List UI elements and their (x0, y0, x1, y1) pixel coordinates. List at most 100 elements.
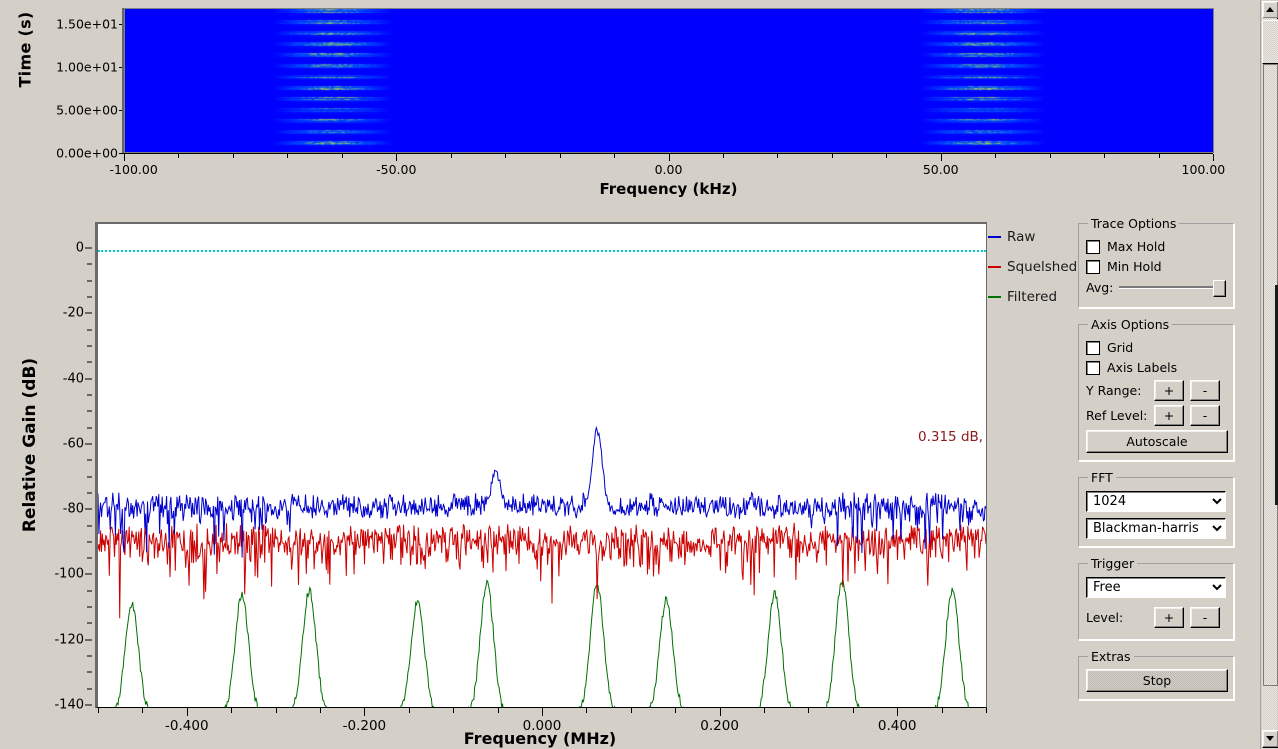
waterfall-x-tick-mark (669, 154, 670, 161)
ref-level-label: Ref Level: (1086, 408, 1148, 423)
avg-row[interactable]: Avg: (1086, 279, 1226, 295)
spectrum-y-tick-label: -140 (20, 698, 84, 713)
scroll-up-arrow-icon[interactable] (1262, 1, 1278, 19)
waterfall-x-tick-mark (614, 154, 615, 158)
autoscale-button[interactable]: Autoscale (1086, 430, 1228, 453)
spectrum-x-tick-mark (586, 708, 587, 713)
waterfall-x-tick-mark (1050, 154, 1051, 158)
peak-annotation-label: 0.315 dB, -55.48 dB (918, 429, 987, 445)
ref-level-minus-button[interactable]: - (1190, 405, 1220, 426)
min-hold-label: Min Hold (1107, 259, 1162, 274)
y-range-minus-button[interactable]: - (1190, 380, 1220, 401)
legend-label-squelshed: Squelshed (1007, 259, 1077, 275)
scroll-down-arrow-icon[interactable] (1262, 730, 1278, 748)
spectrum-y-minor-tick (87, 411, 92, 412)
spectrum-y-minor-tick (87, 525, 92, 526)
spectrum-y-minor-tick (87, 541, 92, 542)
spectrum-x-tick-mark (808, 708, 809, 713)
waterfall-x-tick-mark (342, 154, 343, 158)
avg-slider-handle[interactable] (1213, 280, 1226, 297)
axis-labels-checkbox[interactable] (1086, 361, 1100, 375)
ref-level-plus-button[interactable]: + (1154, 405, 1184, 426)
waterfall-x-tick-mark (451, 154, 452, 158)
waterfall-x-tick-mark (396, 154, 397, 161)
spectrum-x-tick-mark (276, 708, 277, 713)
axis-options-title: Axis Options (1088, 317, 1172, 332)
legend-item-squelshed[interactable]: Squelshed (988, 252, 1074, 282)
max-hold-row[interactable]: Max Hold (1086, 239, 1226, 254)
legend-swatch-raw (988, 236, 1001, 238)
spectrum-x-tick-mark (231, 708, 232, 713)
spectrum-y-minor-tick (87, 672, 92, 673)
stop-button[interactable]: Stop (1086, 669, 1228, 692)
waterfall-x-tick-mark (1104, 154, 1105, 158)
min-hold-checkbox[interactable] (1086, 260, 1100, 274)
spectrum-plot[interactable]: Relative Gain (dB) 0-20-40-60-80-100-120… (0, 205, 1070, 749)
trace-filtered (98, 579, 986, 708)
reference-level-line (98, 250, 986, 252)
extras-title: Extras (1088, 649, 1134, 664)
spectrum-y-minor-tick (87, 476, 92, 477)
spectrum-x-tick-mark (631, 708, 632, 713)
waterfall-y-tick: 5.00e+00 (26, 102, 118, 117)
grid-row[interactable]: Grid (1086, 340, 1226, 355)
waterfall-y-tick: 1.00e+01 (26, 59, 118, 74)
trigger-group: Trigger FreeAutoNormalTag Level: + - (1078, 556, 1234, 640)
extras-group: Extras Stop (1078, 649, 1234, 700)
spectrum-y-minor-tick (87, 362, 92, 363)
max-hold-checkbox[interactable] (1086, 240, 1100, 254)
trigger-level-plus-button[interactable]: + (1154, 607, 1184, 628)
min-hold-row[interactable]: Min Hold (1086, 259, 1226, 274)
spectrum-y-tick-label: -100 (20, 567, 84, 582)
spectrum-y-axis-ticks: 0-20-40-60-80-100-120-140 (20, 220, 92, 700)
spectrum-canvas[interactable]: 0.315 dB, -55.48 dB (95, 222, 987, 708)
trigger-level-minus-button[interactable]: - (1190, 607, 1220, 628)
spectrum-y-tick-label: -20 (20, 306, 84, 321)
spectrum-x-tick-mark (320, 708, 321, 713)
legend-swatch-filtered (988, 296, 1001, 298)
axis-labels-row[interactable]: Axis Labels (1086, 360, 1226, 375)
waterfall-canvas[interactable] (125, 9, 1213, 152)
waterfall-x-tick-mark (723, 154, 724, 158)
waterfall-image[interactable] (124, 8, 1214, 153)
waterfall-x-tick-mark (832, 154, 833, 158)
spectrum-x-tick-mark (675, 708, 676, 713)
waterfall-y-tick: 1.50e+01 (26, 16, 118, 31)
spectrum-y-minor-tick (87, 346, 92, 347)
fft-group: FFT 3264128256512102420484096 NoneHammin… (1078, 470, 1234, 547)
spectrum-x-tick-mark (364, 708, 365, 716)
spectrum-y-minor-tick (87, 590, 92, 591)
waterfall-x-tick-mark (505, 154, 506, 158)
trigger-title: Trigger (1088, 556, 1137, 571)
fft-size-select[interactable]: 3264128256512102420484096 (1086, 491, 1226, 512)
legend-item-raw[interactable]: Raw (988, 222, 1074, 252)
spectrum-y-minor-tick (87, 623, 92, 624)
spectrum-y-minor-tick (87, 329, 92, 330)
spectrum-x-tick-mark (142, 708, 143, 713)
spectrum-y-tick-label: -60 (20, 436, 84, 451)
waterfall-x-tick-mark (1213, 154, 1214, 161)
spectrum-x-tick-mark (542, 708, 543, 716)
avg-slider[interactable] (1119, 279, 1226, 295)
scrollbar-thumb[interactable] (1262, 20, 1278, 64)
waterfall-x-tick-label: -100.00 (110, 162, 158, 177)
trigger-mode-select[interactable]: FreeAutoNormalTag (1086, 577, 1226, 598)
spectrum-y-tick-label: -120 (20, 632, 84, 647)
spectrum-x-tick-mark (187, 708, 188, 716)
y-range-label: Y Range: (1086, 383, 1148, 398)
waterfall-plot[interactable]: Time (s) 0.00e+005.00e+001.00e+011.50e+0… (0, 0, 1246, 205)
grid-checkbox[interactable] (1086, 341, 1100, 355)
trigger-level-row: Level: + - (1086, 607, 1226, 628)
spectrum-y-tick-label: 0 (20, 241, 84, 256)
fft-window-select[interactable]: NoneHammingHannBlackmanRectangularKaiser… (1086, 518, 1226, 539)
y-range-plus-button[interactable]: + (1154, 380, 1184, 401)
trigger-level-label: Level: (1086, 610, 1148, 625)
spectrum-y-minor-tick (87, 607, 92, 608)
legend-item-filtered[interactable]: Filtered (988, 282, 1074, 312)
spectrum-y-tick-mark (85, 443, 92, 444)
spectrum-y-tick-label: -80 (20, 502, 84, 517)
trace-options-title: Trace Options (1088, 216, 1179, 231)
spectrum-y-minor-tick (87, 264, 92, 265)
spectrum-y-tick-mark (85, 248, 92, 249)
legend-swatch-squelshed (988, 266, 1001, 268)
